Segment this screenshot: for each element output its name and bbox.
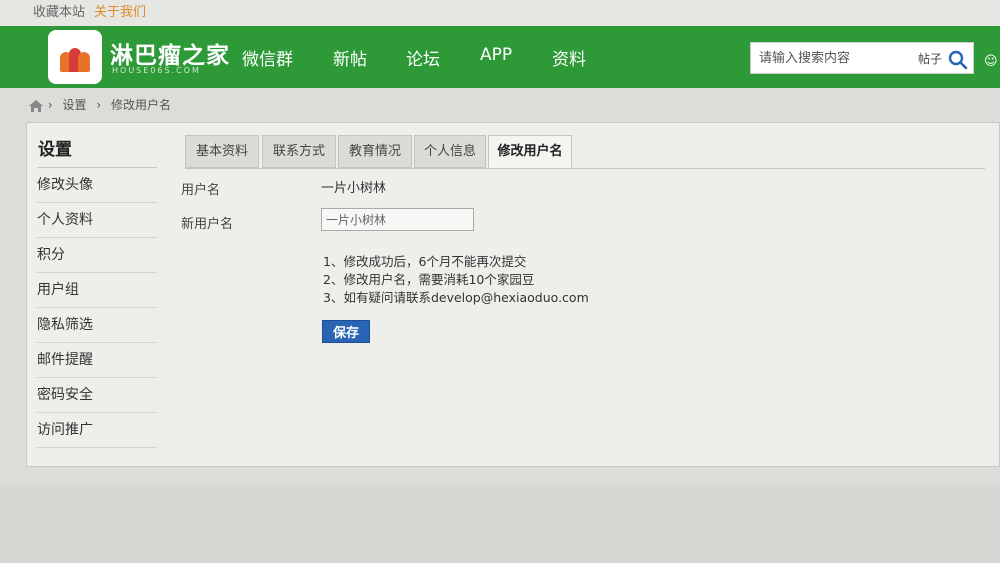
breadcrumb-separator-icon: › bbox=[47, 98, 53, 112]
nav-app[interactable]: APP bbox=[480, 45, 512, 65]
page-footer bbox=[0, 487, 1000, 563]
user-menu-icon[interactable]: ☺ bbox=[984, 54, 998, 69]
nav-forum[interactable]: 论坛 bbox=[406, 45, 440, 70]
site-header: 淋巴瘤之家 HOUSE06S.COM 微信群 新帖 论坛 APP 资料 帖子 ☺ bbox=[0, 26, 1000, 88]
note-line: 2、修改用户名，需要消耗10个家园豆 bbox=[323, 272, 535, 287]
save-button[interactable]: 保存 bbox=[322, 320, 370, 343]
tab-personal-info[interactable]: 个人信息 bbox=[414, 135, 486, 168]
about-link[interactable]: 关于我们 bbox=[94, 0, 146, 26]
sidebar-item-profile[interactable]: 个人资料 bbox=[37, 203, 157, 238]
tabs-divider bbox=[185, 168, 985, 169]
nav-new-posts[interactable]: 新帖 bbox=[333, 45, 367, 70]
search-icon[interactable] bbox=[947, 49, 969, 71]
breadcrumb-current: 修改用户名 bbox=[110, 98, 171, 112]
logo-figure-icon bbox=[78, 52, 90, 72]
sidebar-item-promotion[interactable]: 访问推广 bbox=[37, 413, 157, 448]
sidebar-item-email[interactable]: 邮件提醒 bbox=[37, 343, 157, 378]
note-line: 1、修改成功后，6个月不能再次提交 bbox=[323, 254, 527, 269]
tab-education[interactable]: 教育情况 bbox=[338, 135, 412, 168]
sidebar-title: 设置 bbox=[38, 140, 72, 160]
search-box: 帖子 bbox=[750, 42, 974, 74]
breadcrumb-settings[interactable]: 设置 bbox=[62, 98, 86, 112]
sidebar-item-privacy[interactable]: 隐私筛选 bbox=[37, 308, 157, 343]
new-username-label: 新用户名 bbox=[181, 217, 234, 232]
sidebar-item-points[interactable]: 积分 bbox=[37, 238, 157, 273]
sidebar-item-password[interactable]: 密码安全 bbox=[37, 378, 157, 413]
search-input[interactable] bbox=[751, 43, 911, 73]
nav-wechat-group[interactable]: 微信群 bbox=[242, 45, 293, 70]
sidebar-item-avatar[interactable]: 修改头像 bbox=[37, 168, 157, 203]
site-name[interactable]: 淋巴瘤之家 bbox=[110, 36, 230, 70]
home-icon[interactable] bbox=[28, 99, 44, 113]
breadcrumb-separator-icon: › bbox=[96, 98, 102, 112]
username-label: 用户名 bbox=[181, 183, 221, 198]
settings-panel: 设置 修改头像 个人资料 积分 用户组 隐私筛选 邮件提醒 密码安全 访问推广 … bbox=[26, 122, 1000, 467]
username-value: 一片小树林 bbox=[321, 181, 387, 196]
site-subtitle: HOUSE06S.COM bbox=[112, 66, 201, 75]
note-line: 3、如有疑问请联系develop@hexiaoduo.com bbox=[323, 290, 589, 305]
site-logo[interactable] bbox=[48, 30, 102, 84]
tab-basic-info[interactable]: 基本资料 bbox=[185, 135, 259, 168]
favorite-link[interactable]: 收藏本站 bbox=[33, 0, 85, 26]
search-type-select[interactable]: 帖子 bbox=[918, 50, 942, 67]
nav-resources[interactable]: 资料 bbox=[552, 45, 586, 70]
breadcrumb: › 设置 › 修改用户名 bbox=[28, 95, 177, 115]
new-username-input[interactable] bbox=[321, 208, 474, 231]
tab-contact[interactable]: 联系方式 bbox=[262, 135, 336, 168]
tab-change-username[interactable]: 修改用户名 bbox=[488, 135, 572, 168]
top-utility-bar: 收藏本站 关于我们 bbox=[0, 0, 1000, 26]
sidebar-item-usergroup[interactable]: 用户组 bbox=[37, 273, 157, 308]
